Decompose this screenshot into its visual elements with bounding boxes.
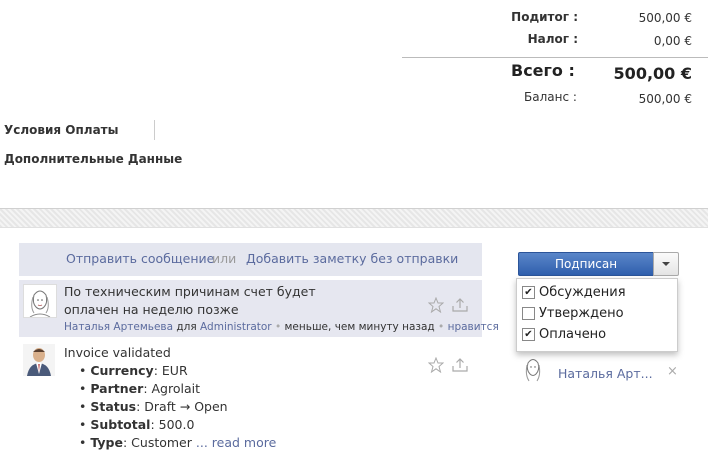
- field-name: Type: [90, 435, 123, 450]
- subtype-item-approved[interactable]: Утверждено: [522, 306, 624, 321]
- meta-separator: •: [438, 321, 445, 333]
- tax-label: Налог :: [527, 32, 578, 46]
- read-more-link[interactable]: read more: [212, 435, 277, 450]
- field-value: Draft → Open: [144, 399, 228, 414]
- tracking-field: • Subtotal: 500.0: [79, 417, 195, 432]
- tracking-field: • Type: Customer ... read more: [79, 435, 277, 450]
- ellipsis: ...: [195, 435, 208, 450]
- close-icon[interactable]: ×: [667, 364, 678, 379]
- field-value: 500.0: [158, 417, 195, 432]
- balance-label: Баланс :: [524, 90, 577, 104]
- avatar[interactable]: [23, 284, 57, 318]
- add-note-link[interactable]: Добавить заметку без отправки: [246, 251, 458, 266]
- checkbox-checked[interactable]: ✔: [522, 286, 535, 299]
- chatter-compose-bar: Отправить сообщение или Добавить заметку…: [19, 243, 482, 276]
- message-item: По техническим причинам счет будет оплач…: [19, 280, 499, 337]
- like-link[interactable]: нравится: [448, 321, 499, 333]
- subtotal-label: Подитог :: [511, 10, 578, 24]
- subtype-item-paid[interactable]: ✔ Оплачено: [522, 327, 606, 342]
- message-text: По техническим причинам счет будет оплач…: [64, 284, 316, 317]
- subtype-item-discussions[interactable]: ✔ Обсуждения: [522, 285, 626, 300]
- additional-data-label[interactable]: Дополнительные Данные: [4, 152, 182, 166]
- meta-separator: •: [274, 321, 282, 333]
- message-title: Invoice validated: [64, 345, 171, 360]
- tracking-field: • Status: Draft → Open: [79, 399, 228, 414]
- tracking-field: • Partner: Agrolait: [79, 381, 201, 396]
- star-icon[interactable]: [427, 356, 445, 374]
- avatar[interactable]: [23, 344, 55, 376]
- chevron-down-icon: [662, 262, 670, 266]
- field-value: EUR: [161, 363, 188, 378]
- author-link[interactable]: Наталья Артемьева: [64, 321, 173, 333]
- avatar[interactable]: [521, 355, 545, 385]
- form-bottom-stripe: [0, 208, 708, 228]
- checkbox-unchecked[interactable]: [522, 307, 535, 320]
- recipient-link[interactable]: Administrator: [200, 321, 272, 333]
- field-name: Partner: [90, 381, 144, 396]
- field-name: Currency: [90, 363, 154, 378]
- tax-value: 0,00 €: [653, 34, 692, 48]
- subtype-label: Обсуждения: [539, 285, 626, 300]
- subtype-label: Оплачено: [539, 327, 607, 342]
- message-item: Invoice validated • Currency: EUR • Part…: [19, 340, 482, 456]
- field-value: Customer: [131, 435, 192, 450]
- subtotal-value: 500,00 €: [638, 11, 692, 25]
- send-message-link[interactable]: Отправить сообщение: [66, 251, 214, 266]
- follower-name[interactable]: Наталья Арт...: [558, 366, 653, 381]
- field-value: Agrolait: [151, 381, 201, 396]
- balance-value: 500,00 €: [638, 92, 692, 106]
- archive-icon[interactable]: [451, 356, 469, 374]
- subtype-label: Утверждено: [539, 306, 624, 321]
- section-divider: [154, 120, 155, 140]
- compose-or-text: или: [212, 251, 237, 266]
- field-name: Status: [90, 399, 137, 414]
- totals-divider: [402, 57, 708, 58]
- star-icon[interactable]: [427, 296, 445, 314]
- follow-dropdown-toggle[interactable]: [653, 252, 679, 276]
- follow-button[interactable]: Подписан: [518, 252, 654, 276]
- subtype-dropdown: ✔ Обсуждения Утверждено ✔ Оплачено: [516, 278, 678, 352]
- message-time: меньше, чем минуту назад: [284, 321, 435, 333]
- for-word: для: [176, 321, 197, 333]
- archive-icon[interactable]: [451, 296, 469, 314]
- total-value: 500,00 €: [613, 64, 692, 83]
- payment-terms-label[interactable]: Условия Оплаты: [4, 123, 118, 137]
- checkbox-checked[interactable]: ✔: [522, 328, 535, 341]
- message-meta: Наталья Артемьева для Administrator • ме…: [64, 321, 499, 333]
- field-name: Subtotal: [90, 417, 151, 432]
- tracking-field: • Currency: EUR: [79, 363, 188, 378]
